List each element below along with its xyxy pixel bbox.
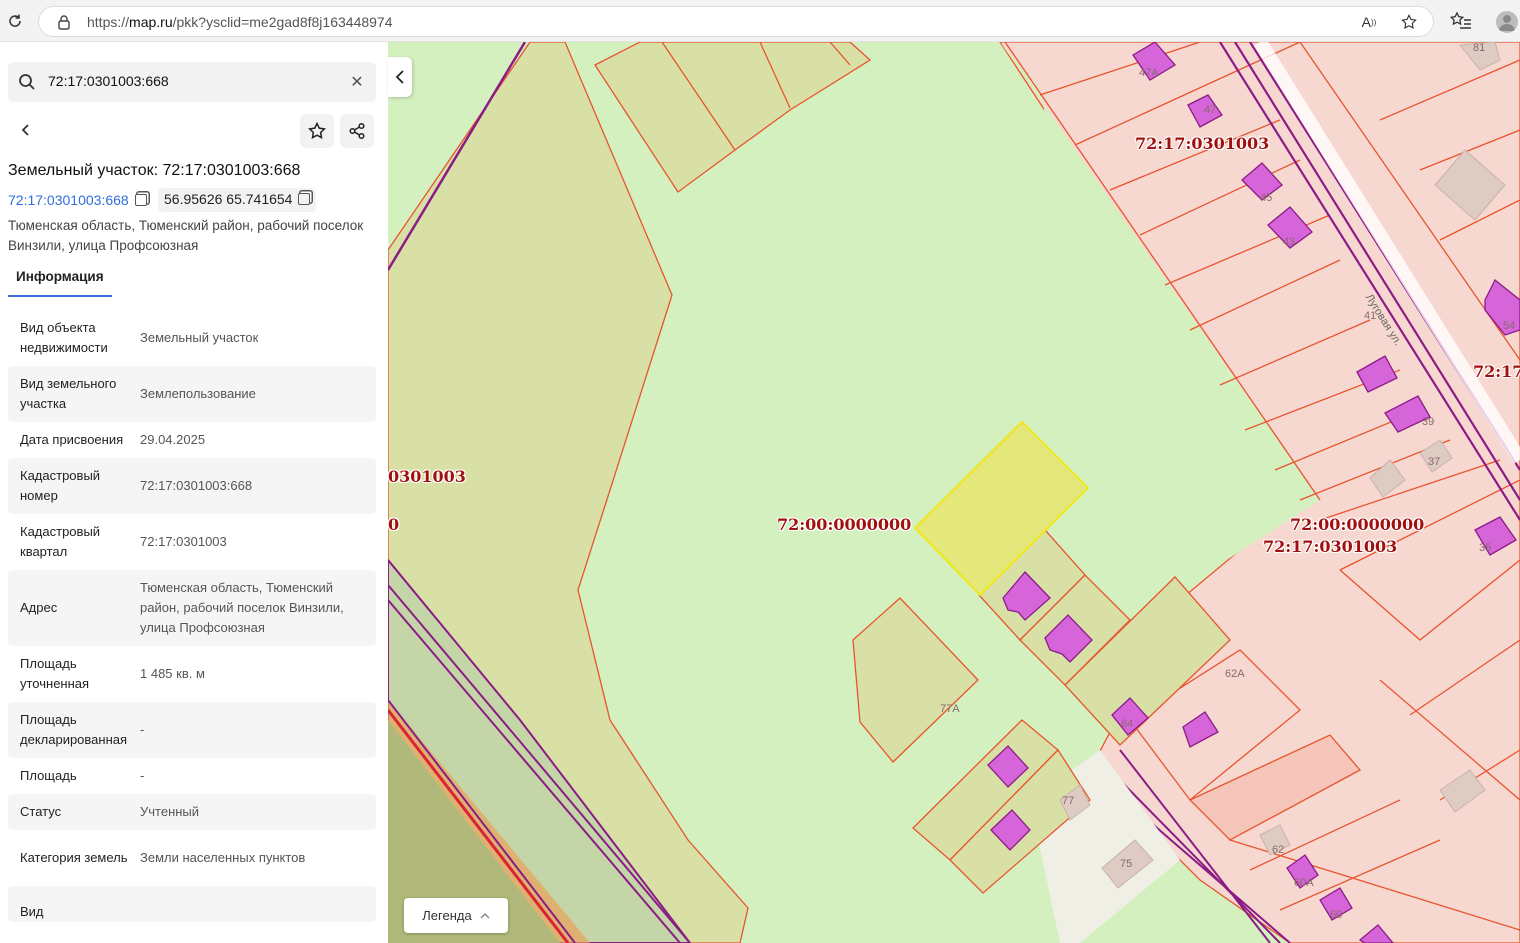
info-value: Земли населенных пунктов: [140, 850, 306, 865]
parcel[interactable]: [852, 597, 979, 763]
info-key: Адрес: [20, 600, 58, 615]
coordinates-text: 56.95626 65.741654: [164, 191, 293, 207]
info-row: Категория земель Земли населенных пунктов: [8, 830, 376, 886]
object-title: Земельный участок: 72:17:0301003:668: [8, 162, 301, 179]
info-row: Вид земельного участка Землепользование: [8, 366, 376, 422]
object-info-panel: ✕ Земельный участок: 72:17:0301003:668 7…: [0, 42, 388, 943]
house-number: 43: [1283, 236, 1296, 248]
legend-label: Легенда: [422, 908, 472, 923]
info-value: 72:17:0301003:668: [140, 478, 253, 493]
info-value: Учтенный: [140, 804, 200, 819]
tab-information[interactable]: Информация: [16, 269, 104, 284]
search-input[interactable]: [48, 73, 338, 89]
share-button[interactable]: [340, 114, 374, 148]
house-number: 77А: [940, 703, 960, 715]
address-bar[interactable]: https://map.ru/pkk?ysclid=me2gad8f8j1634…: [38, 6, 1434, 37]
house-number: 47: [1204, 104, 1217, 116]
quarter-label: 0: [388, 515, 400, 534]
info-row: Кадастровый номер 72:17:0301003:668: [8, 458, 376, 514]
house-number: 60: [1330, 909, 1343, 921]
info-row: Вид объекта недвижимости Земельный участо…: [8, 310, 376, 366]
favorite-star-icon[interactable]: [1399, 12, 1419, 32]
info-value: 29.04.2025: [140, 432, 206, 447]
info-row: Площадь уточненная 1 485 кв. м: [8, 646, 376, 702]
object-address: Тюменская область, Тюменский район, рабо…: [8, 218, 364, 253]
cadastral-map[interactable]: 72:17:0301003 0301003 0 72:00:0000000 72…: [388, 42, 1520, 943]
quarter-label: 72:17:0301003: [1263, 537, 1398, 556]
parcel[interactable]: [594, 42, 872, 193]
info-key: Кадастровый номер: [20, 468, 101, 503]
info-row: Адрес Тюменская область, Тюменский район,…: [8, 570, 376, 646]
info-value: 72:17:0301003: [140, 534, 227, 549]
chevron-left-icon: [395, 70, 404, 84]
coordinates-chip[interactable]: 56.95626 65.741654: [158, 188, 317, 212]
info-value: -: [140, 722, 145, 737]
info-key: Статус: [20, 804, 62, 819]
quarter-label: 0301003: [388, 467, 466, 486]
legend-button[interactable]: Легенда: [404, 898, 508, 933]
info-key: Площадь декларированная: [20, 712, 128, 747]
copy-icon[interactable]: [298, 193, 311, 205]
map-canvas[interactable]: [388, 42, 1520, 943]
info-value: Землепользование: [140, 386, 256, 401]
house-number: 54: [1503, 320, 1516, 332]
info-row: Вид: [8, 886, 376, 922]
house-number: 62А: [1225, 668, 1245, 680]
active-tab-indicator: [8, 295, 112, 297]
house-number: 75: [1120, 858, 1133, 870]
house-number: 35: [1479, 542, 1492, 554]
clear-search-icon[interactable]: ✕: [348, 73, 366, 91]
url-text[interactable]: https://map.ru/pkk?ysclid=me2gad8f8j1634…: [87, 14, 393, 30]
share-icon: [349, 122, 365, 140]
copy-icon[interactable]: [134, 194, 147, 206]
house-number: 45: [1260, 192, 1273, 204]
info-row: Статус Учтенный: [8, 794, 376, 830]
info-row: Кадастровый квартал 72:17:0301003: [8, 514, 376, 570]
favorites-list-icon[interactable]: [1449, 11, 1472, 31]
info-key: Площадь уточненная: [20, 656, 90, 691]
house-number: 39: [1422, 416, 1435, 428]
info-key: Вид: [20, 904, 44, 919]
quarter-label: 72:17: [1473, 362, 1520, 381]
cadastral-number-link[interactable]: 72:17:0301003:668: [8, 192, 147, 208]
reload-icon[interactable]: [4, 10, 26, 32]
info-value: Тюменская область, Тюменский район, рабо…: [140, 580, 344, 635]
info-key: Дата присвоения: [20, 432, 124, 447]
quarter-label: 72:00:0000000: [1290, 515, 1425, 534]
house-number: 37: [1428, 456, 1441, 468]
info-key: Кадастровый квартал: [20, 524, 101, 559]
info-key: Категория земель: [20, 850, 128, 865]
profile-avatar[interactable]: [1496, 11, 1518, 33]
info-key: Вид земельного участка: [20, 376, 117, 411]
back-button[interactable]: [10, 114, 42, 146]
collapse-panel-button[interactable]: [388, 57, 412, 97]
info-key: Площадь: [20, 768, 77, 783]
cadastral-number-text[interactable]: 72:17:0301003:668: [8, 192, 129, 208]
info-row: Дата присвоения 29.04.2025: [8, 422, 376, 458]
browser-toolbar: https://map.ru/pkk?ysclid=me2gad8f8j1634…: [0, 0, 1520, 42]
info-row: Площадь -: [8, 758, 376, 794]
info-row: Площадь декларированная -: [8, 702, 376, 758]
read-aloud-icon[interactable]: A)): [1359, 12, 1379, 32]
house-number: 81: [1473, 42, 1486, 54]
house-number: 77: [1062, 795, 1075, 807]
search-icon: [18, 73, 36, 91]
add-favorite-button[interactable]: [300, 114, 334, 148]
info-value: 1 485 кв. м: [140, 666, 205, 681]
lock-icon[interactable]: [55, 13, 73, 31]
search-box[interactable]: ✕: [8, 62, 376, 102]
house-number: 64: [1121, 718, 1134, 730]
house-number: 62: [1272, 844, 1285, 856]
info-key: Вид объекта недвижимости: [20, 320, 108, 355]
info-value: -: [140, 768, 145, 783]
star-icon: [308, 121, 326, 139]
info-value: Земельный участок: [140, 330, 259, 345]
house-number: 47А: [1139, 67, 1159, 79]
quarter-label: 72:17:0301003: [1135, 134, 1270, 153]
house-number: 60А: [1294, 877, 1314, 889]
info-table: Вид объекта недвижимости Земельный участо…: [8, 310, 376, 922]
quarter-label: 72:00:0000000: [777, 515, 912, 534]
chevron-up-icon: [480, 912, 490, 918]
